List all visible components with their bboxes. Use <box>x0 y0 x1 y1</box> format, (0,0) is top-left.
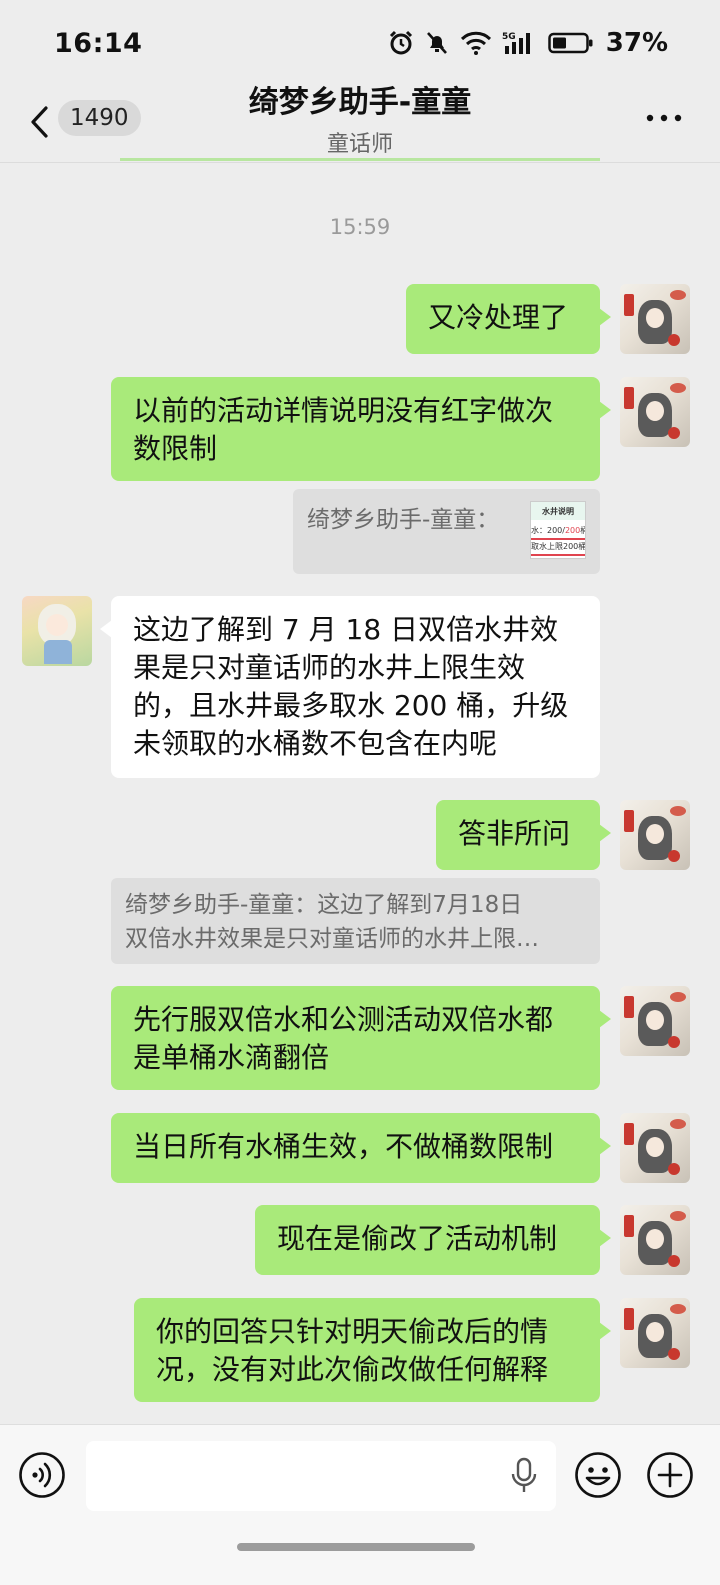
message-text-line: 的，且水井最多取水 200 桶，升级 <box>133 689 569 722</box>
wifi-icon <box>460 31 491 55</box>
thumbnail-title: 水井说明 <box>531 502 585 520</box>
message-input[interactable] <box>86 1441 556 1511</box>
message-text: 当日所有水桶生效，不做桶数限制 <box>133 1130 554 1163</box>
cellular-signal-icon: 5G <box>502 32 530 54</box>
message-bubble-outgoing[interactable]: 又冷处理了 <box>406 284 611 354</box>
thumbnail-divider <box>531 538 585 540</box>
quoted-image-thumbnail[interactable]: 水井说明 水：200/200桶 取水上限200桶 <box>530 501 586 559</box>
battery-icon <box>548 32 593 54</box>
quoted-message[interactable]: 绮梦乡助手-童童： 水井说明 水：200/200桶 取水上限200桶 <box>293 489 600 574</box>
alarm-icon <box>389 30 412 55</box>
more-options-icon[interactable] <box>644 112 684 124</box>
message-text: 现在是偷改了活动机制 <box>277 1222 558 1255</box>
message-text-line: 这边了解到 7 月 18 日双倍水井效 <box>133 613 559 646</box>
home-indicator[interactable] <box>237 1543 475 1551</box>
voice-mode-icon[interactable] <box>18 1451 66 1499</box>
message-bubble-outgoing[interactable]: 先行服双倍水和公测活动双倍水都 是单桶水滴翻倍 <box>111 986 611 1090</box>
message-text-line: 数限制 <box>133 432 218 465</box>
status-time: 16:14 <box>54 27 143 59</box>
chat-subtitle: 童话师 <box>326 132 393 157</box>
message-bubble-outgoing[interactable]: 你的回答只针对明天偷改后的情 况，没有对此次偷改做任何解释 <box>134 1298 611 1402</box>
message-text-line: 未领取的水桶数不包含在内呢 <box>133 727 498 760</box>
message-text: 又冷处理了 <box>428 301 569 334</box>
thumbnail-line-2: 取水上限200桶 <box>531 542 586 551</box>
message-text: 答非所问 <box>458 817 571 850</box>
plus-icon[interactable] <box>646 1451 694 1499</box>
status-bar: 16:14 5G 37% <box>0 0 720 86</box>
self-avatar[interactable] <box>620 1298 690 1368</box>
self-avatar[interactable] <box>620 284 690 354</box>
microphone-icon[interactable] <box>510 1457 538 1495</box>
mute-bell-icon <box>426 32 447 54</box>
assistant-avatar[interactable] <box>22 596 92 666</box>
quote-text: 绮梦乡助手-童童： <box>307 507 500 533</box>
message-bubble-outgoing[interactable]: 当日所有水桶生效，不做桶数限制 <box>111 1113 611 1183</box>
message-bubble-outgoing[interactable]: 以前的活动详情说明没有红字做次 数限制 <box>111 377 611 481</box>
chat-header: 1490 绮梦乡助手-童童 童话师 <box>0 86 720 162</box>
emoji-icon[interactable] <box>574 1451 622 1499</box>
message-text-line: 果是只对童话师的水井上限生效 <box>133 651 526 684</box>
thumbnail-divider <box>531 554 585 556</box>
self-avatar[interactable] <box>620 377 690 447</box>
input-bar <box>0 1424 720 1585</box>
self-avatar[interactable] <box>620 986 690 1056</box>
battery-percent: 37% <box>605 28 668 58</box>
time-divider: 15:59 <box>329 215 391 239</box>
message-bubble-outgoing[interactable]: 答非所问 <box>436 800 611 870</box>
message-text-line: 你的回答只针对明天偷改后的情 <box>156 1315 549 1348</box>
message-text-line: 以前的活动详情说明没有红字做次 <box>133 394 554 427</box>
quote-text-line: 双倍水井效果是只对童话师的水井上限… <box>125 926 539 952</box>
thumbnail-line-1: 水：200/200桶 <box>531 526 585 535</box>
self-avatar[interactable] <box>620 1113 690 1183</box>
svg-text:5G: 5G <box>502 32 516 42</box>
message-text-line: 况，没有对此次偷改做任何解释 <box>156 1353 549 1386</box>
status-icons: 5G 37% <box>388 28 668 58</box>
message-bubble-incoming[interactable]: 这边了解到 7 月 18 日双倍水井效 果是只对童话师的水井上限生效 的，且水井… <box>100 596 600 778</box>
message-list[interactable]: 15:59 又冷处理了 以前的活动详情说明没有红字做次 数限制 绮梦乡助手-童童… <box>0 163 720 1423</box>
message-text-line: 先行服双倍水和公测活动双倍水都 <box>133 1003 554 1036</box>
message-bubble-outgoing[interactable]: 现在是偷改了活动机制 <box>255 1205 611 1275</box>
quoted-message[interactable]: 绮梦乡助手-童童：这边了解到7月18日 双倍水井效果是只对童话师的水井上限… <box>111 878 600 964</box>
message-text-line: 是单桶水滴翻倍 <box>133 1041 330 1074</box>
previous-bubble-edge <box>120 158 600 161</box>
self-avatar[interactable] <box>620 1205 690 1275</box>
quote-text-line: 绮梦乡助手-童童：这边了解到7月18日 <box>125 892 523 918</box>
self-avatar[interactable] <box>620 800 690 870</box>
chat-title: 绮梦乡助手-童童 <box>248 85 472 120</box>
